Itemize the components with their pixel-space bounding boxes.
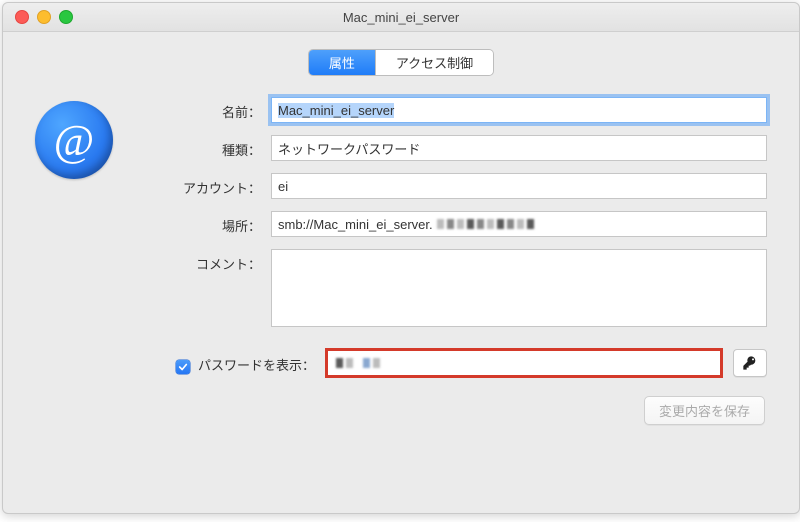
window-title: Mac_mini_ei_server (3, 10, 799, 25)
tab-bar: 属性 アクセス制御 (309, 50, 493, 75)
password-assistant-button[interactable] (733, 349, 767, 377)
location-field[interactable]: smb://Mac_mini_ei_server. (271, 211, 767, 237)
row-show-password: パスワードを表示： (135, 348, 767, 378)
check-icon (178, 362, 188, 372)
location-prefix: smb://Mac_mini_ei_server. (278, 217, 433, 232)
show-password-text: パスワードを表示： (198, 355, 315, 374)
account-field[interactable] (271, 173, 767, 199)
row-comment: コメント： (135, 249, 767, 330)
label-location: 場所： (135, 211, 271, 235)
at-sign-icon: @ (35, 101, 113, 179)
form-area: @ 名前： Mac_mini_ei_server 種類： (35, 97, 767, 425)
show-password-checkbox[interactable] (176, 360, 190, 374)
password-obscured (336, 358, 380, 368)
row-account: アカウント： (135, 173, 767, 199)
label-name: 名前： (135, 97, 271, 121)
row-name: 名前： Mac_mini_ei_server (135, 97, 767, 123)
label-comment: コメント： (135, 249, 271, 273)
keychain-item-window: Mac_mini_ei_server 属性 アクセス制御 @ 名前： Mac_m… (2, 2, 800, 514)
label-kind: 種類： (135, 135, 271, 159)
row-kind: 種類： (135, 135, 767, 161)
fields: 名前： Mac_mini_ei_server 種類： アカウント： (135, 97, 767, 425)
comment-field[interactable] (271, 249, 767, 327)
titlebar: Mac_mini_ei_server (3, 3, 799, 32)
name-selection: Mac_mini_ei_server (278, 103, 394, 118)
avatar-glyph: @ (54, 115, 95, 166)
password-field[interactable] (325, 348, 723, 378)
footer: 変更内容を保存 (135, 396, 767, 425)
tab-attributes[interactable]: 属性 (309, 50, 375, 75)
kind-field[interactable] (271, 135, 767, 161)
location-obscured (437, 219, 534, 229)
row-location: 場所： smb://Mac_mini_ei_server. (135, 211, 767, 237)
content-area: 属性 アクセス制御 @ 名前： Mac_mini_ei_server 種類： (3, 32, 799, 513)
save-changes-button[interactable]: 変更内容を保存 (644, 396, 765, 425)
label-account: アカウント： (135, 173, 271, 197)
name-field[interactable]: Mac_mini_ei_server (271, 97, 767, 123)
key-icon (742, 355, 758, 371)
label-show-password: パスワードを表示： (135, 348, 325, 374)
tab-access-control[interactable]: アクセス制御 (375, 50, 493, 75)
